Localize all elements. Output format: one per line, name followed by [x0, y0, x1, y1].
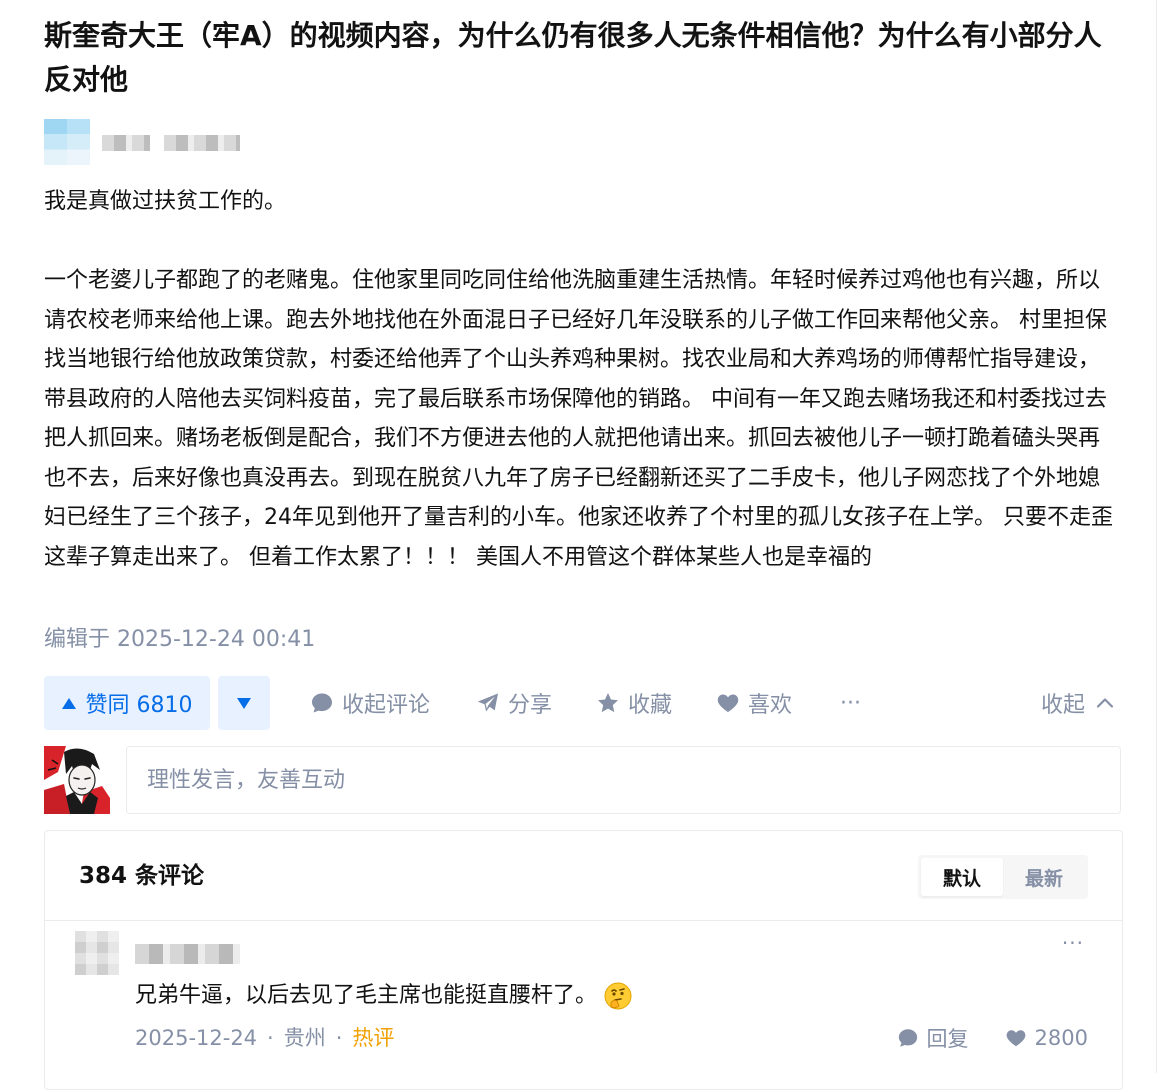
comments-section: 384 条评论 默认 最新 ··· 兄弟牛逼，以后去见了毛主席也能挺直腰杆了。	[44, 830, 1123, 1090]
favorite-label: 收藏	[628, 693, 673, 718]
current-user-avatar[interactable]	[44, 746, 110, 814]
sort-default-tab[interactable]: 默认	[921, 858, 1003, 896]
comment-bubble-icon	[898, 1029, 917, 1047]
like-button[interactable]: 喜欢	[716, 676, 792, 730]
comments-sort-toggle: 默认 最新	[918, 855, 1088, 899]
chevron-up-icon	[1096, 698, 1114, 708]
answer-content: 我是真做过扶贫工作的。 一个老婆儿子都跑了的老赌鬼。住他家里同吃同住给他洗脑重建…	[44, 182, 1119, 577]
triangle-up-icon	[61, 697, 76, 709]
comment-bubble-icon	[312, 693, 332, 713]
comment-like-button[interactable]: 2800	[1005, 1026, 1088, 1050]
collapse-comments-label: 收起评论	[342, 693, 431, 718]
comment-editor	[44, 746, 1123, 814]
more-actions-button[interactable]: ···	[840, 676, 861, 730]
comment-item: ··· 兄弟牛逼，以后去见了毛主席也能挺直腰杆了。 2025-12-24 · 贵…	[45, 921, 1122, 1091]
comment-meta: 2025-12-24 · 贵州 · 热评	[135, 1021, 394, 1055]
comments-count: 384 条评论	[79, 863, 205, 889]
collapse-label: 收起	[1040, 693, 1085, 718]
comment-date: 2025-12-24	[135, 1026, 258, 1050]
answer-author[interactable]	[44, 119, 244, 165]
sort-latest-tab[interactable]: 最新	[1003, 858, 1085, 896]
triangle-down-icon	[237, 697, 251, 709]
comment-more-button[interactable]: ···	[1062, 931, 1084, 955]
collapse-answer-button[interactable]: 收起	[1041, 676, 1115, 730]
more-label: ···	[840, 690, 861, 716]
share-label: 分享	[508, 693, 553, 718]
answer-page: 斯奎奇大王（牢A）的视频内容，为什么仍有很多人无条件相信他？为什么有小部分人反对…	[0, 0, 1157, 1090]
reply-label: 回复	[926, 1027, 969, 1051]
author-avatar[interactable]	[44, 119, 90, 165]
comment-input[interactable]	[126, 746, 1121, 814]
reply-button[interactable]: 回复	[897, 1023, 969, 1053]
comment-text: 兄弟牛逼，以后去见了毛主席也能挺直腰杆了。	[135, 979, 633, 1013]
vote-up-label: 赞同 6810	[85, 693, 193, 718]
answer-action-bar: 赞同 6810 收起评论 分享 收藏 喜欢 ··· 收起	[44, 676, 1119, 730]
edited-timestamp[interactable]: 编辑于 2025-12-24 00:41	[44, 623, 315, 657]
commenter-name-redacted[interactable]	[135, 944, 240, 964]
heart-icon	[717, 694, 739, 712]
answer-paragraph: 我是真做过扶贫工作的。	[44, 189, 287, 214]
heart-icon	[1006, 1030, 1025, 1047]
anime-avatar-icon	[44, 746, 110, 814]
meta-separator: ·	[335, 1026, 343, 1050]
author-name-redacted[interactable]	[102, 135, 150, 151]
star-icon	[598, 693, 618, 713]
hot-comment-badge: 热评	[352, 1026, 395, 1050]
share-button[interactable]: 分享	[476, 676, 552, 730]
comment-body: 兄弟牛逼，以后去见了毛主席也能挺直腰杆了。	[135, 983, 598, 1008]
like-label: 喜欢	[748, 693, 793, 718]
meta-separator: ·	[267, 1026, 274, 1050]
answer-paragraph: 一个老婆儿子都跑了的老赌鬼。住他家里同吃同住给他洗脑重建生活热情。年轻时候养过鸡…	[44, 268, 1113, 570]
commenter-avatar[interactable]	[75, 931, 119, 975]
question-title[interactable]: 斯奎奇大王（牢A）的视频内容，为什么仍有很多人无条件相信他？为什么有小部分人反对…	[44, 14, 1119, 102]
favorite-button[interactable]: 收藏	[596, 676, 672, 730]
paper-plane-icon	[477, 693, 498, 712]
comment-actions: 回复 2800	[897, 1021, 1088, 1055]
comment-location: 贵州	[283, 1026, 326, 1050]
comment-like-count: 2800	[1034, 1026, 1088, 1050]
vote-down-button[interactable]	[218, 676, 270, 730]
collapse-comments-button[interactable]: 收起评论	[310, 676, 430, 730]
vote-up-button[interactable]: 赞同 6810	[44, 676, 210, 730]
comments-header: 384 条评论 默认 最新	[45, 831, 1122, 921]
author-headline-redacted	[164, 135, 240, 151]
thinking-face-icon	[604, 982, 632, 1010]
